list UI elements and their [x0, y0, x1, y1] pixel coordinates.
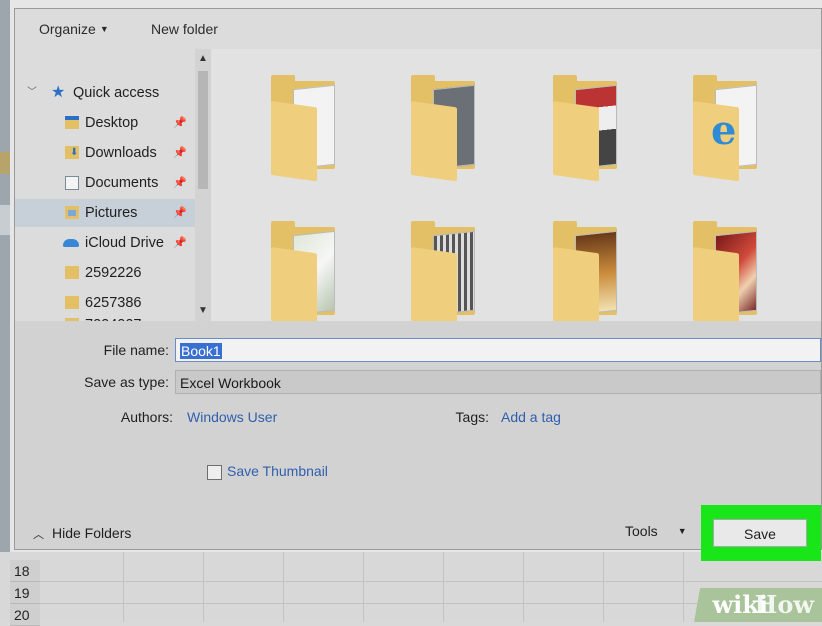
tags-label: Tags: [455, 409, 489, 425]
caret-down-icon: ▼ [677, 526, 687, 536]
new-folder-button[interactable]: New folder [151, 21, 218, 37]
nav-item-pictures[interactable]: Pictures 📌 [15, 199, 195, 227]
internet-explorer-icon: e [711, 107, 737, 154]
tools-menu[interactable]: Tools ▼ [625, 523, 687, 539]
pin-icon[interactable]: 📌 [173, 139, 187, 167]
authors-link[interactable]: Windows User [187, 409, 277, 425]
save-form: File name: Book1 Save as type: Excel Wor… [15, 321, 821, 561]
cell-marker [0, 205, 10, 235]
folder-item[interactable] [265, 71, 345, 182]
file-name-value: Book1 [180, 343, 222, 359]
row-header[interactable]: 18 [10, 560, 40, 582]
star-icon: ★ [51, 84, 66, 101]
pin-icon[interactable]: 📌 [173, 169, 187, 197]
scroll-down-icon[interactable]: ▼ [198, 305, 208, 316]
tools-label: Tools [625, 523, 658, 539]
grid-line [283, 552, 284, 622]
pin-icon[interactable]: 📌 [173, 229, 187, 257]
folder-item[interactable] [265, 217, 345, 328]
cell-marker [0, 152, 10, 174]
folder-item[interactable] [687, 217, 767, 328]
folder-item[interactable] [547, 217, 627, 328]
documents-folder-icon [65, 176, 79, 190]
save-thumbnail-label[interactable]: Save Thumbnail [227, 463, 328, 479]
grid-line [123, 552, 124, 622]
nav-item-label: Downloads [85, 145, 157, 161]
file-name-label: File name: [103, 342, 169, 358]
organize-label: Organize [39, 21, 96, 37]
file-name-input[interactable]: Book1 [175, 338, 821, 362]
scroll-thumb[interactable] [198, 71, 208, 189]
add-tag-link[interactable]: Add a tag [501, 409, 561, 425]
desktop-folder-icon [65, 116, 79, 129]
nav-item-downloads[interactable]: ⬇ Downloads 📌 [15, 139, 195, 167]
nav-item-label: Quick access [73, 85, 160, 101]
nav-item-label: iCloud Drive [85, 235, 164, 251]
scroll-up-icon[interactable]: ▲ [198, 53, 208, 64]
organize-menu[interactable]: Organize ▼ [39, 21, 109, 37]
file-view: e [211, 49, 821, 328]
nav-item-label: 2592226 [85, 265, 142, 281]
nav-item-documents[interactable]: Documents 📌 [15, 169, 195, 197]
nav-item-desktop[interactable]: Desktop 📌 [15, 109, 195, 137]
nav-scrollbar[interactable]: ▲ ▼ [195, 49, 211, 321]
excel-left-edge [0, 0, 10, 560]
chevron-down-icon[interactable]: ﹀ [27, 79, 37, 107]
dialog-toolbar: Organize ▼ New folder [15, 9, 821, 49]
pin-icon[interactable]: 📌 [173, 109, 187, 137]
save-as-type-select[interactable]: Excel Workbook [175, 370, 821, 394]
folder-item[interactable] [405, 217, 485, 328]
navigation-pane: ﹀ ★ Quick access Desktop 📌 ⬇ Downloads 📌… [15, 49, 211, 321]
folder-icon [65, 266, 79, 279]
authors-label: Authors: [120, 409, 173, 425]
save-thumbnail-checkbox[interactable] [207, 465, 222, 480]
row-header[interactable]: 19 [10, 582, 40, 604]
nav-item-label: Documents [85, 175, 159, 191]
pictures-folder-icon [65, 206, 79, 219]
caret-down-icon: ▼ [99, 24, 109, 34]
folder-item[interactable]: e [687, 71, 767, 182]
nav-item-label: Desktop [85, 115, 139, 131]
nav-item-quick-access[interactable]: ﹀ ★ Quick access [15, 79, 195, 107]
chevron-up-icon: ︿ [33, 529, 44, 541]
save-button[interactable]: Save [713, 519, 807, 547]
grid-line [443, 552, 444, 622]
hide-folders-label: Hide Folders [52, 525, 132, 541]
nav-item-label: Pictures [85, 205, 138, 221]
nav-item-folder[interactable]: 7224227 [15, 311, 195, 321]
pin-icon[interactable]: 📌 [173, 199, 187, 227]
nav-item-label: 7224227 [85, 311, 141, 321]
save-as-type-label: Save as type: [84, 374, 169, 390]
grid-line [603, 552, 604, 622]
folder-item[interactable] [405, 71, 485, 182]
save-as-dialog: Organize ▼ New folder ﹀ ★ Quick access De… [14, 8, 822, 561]
folder-icon [65, 296, 79, 309]
grid-line [363, 552, 364, 622]
watermark-part: How [754, 590, 814, 619]
nav-item-folder[interactable]: 2592226 [15, 259, 195, 287]
grid-line [40, 581, 822, 582]
row-header[interactable]: 20 [10, 604, 40, 626]
wikihow-watermark: wiki How [672, 588, 822, 622]
nav-item-icloud-drive[interactable]: iCloud Drive 📌 [15, 229, 195, 257]
downloads-folder-icon: ⬇ [65, 146, 79, 159]
grid-line [523, 552, 524, 622]
grid-line [203, 552, 204, 622]
cloud-icon [63, 239, 79, 247]
hide-folders-button[interactable]: ︿ Hide Folders [33, 525, 131, 542]
folder-item[interactable] [547, 71, 627, 182]
